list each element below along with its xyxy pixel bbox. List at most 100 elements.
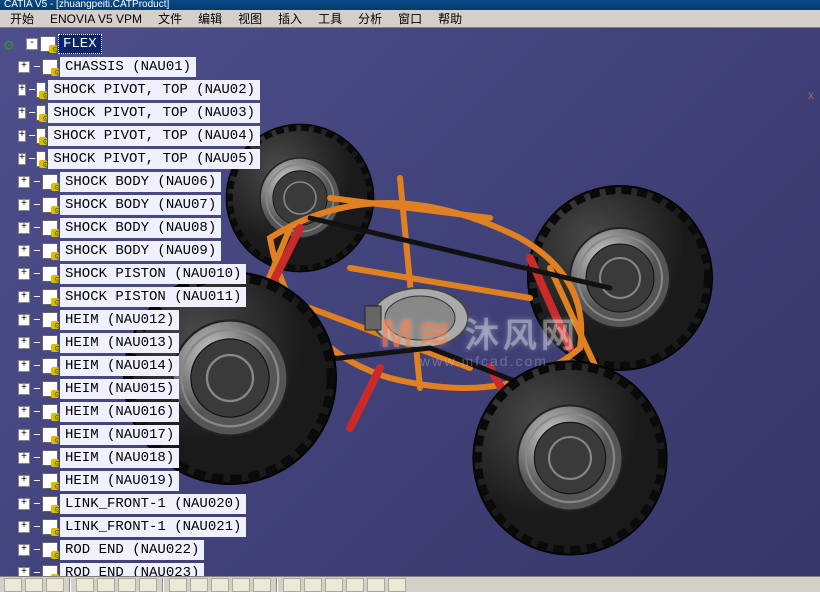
expand-icon[interactable]: + bbox=[18, 222, 30, 234]
toolbar-button[interactable] bbox=[388, 578, 406, 592]
toolbar-button[interactable] bbox=[169, 578, 187, 592]
tree-node[interactable]: +–LINK_FRONT-1 (NAU020) bbox=[4, 492, 260, 515]
tree-node[interactable]: +–HEIM (NAU016) bbox=[4, 400, 260, 423]
expand-icon[interactable]: + bbox=[18, 337, 30, 349]
toolbar-button[interactable] bbox=[139, 578, 157, 592]
expand-icon[interactable]: + bbox=[18, 383, 30, 395]
tree-item-label[interactable]: HEIM (NAU016) bbox=[60, 402, 179, 422]
tree-item-label[interactable]: SHOCK PISTON (NAU010) bbox=[60, 264, 246, 284]
tree-item-label[interactable]: SHOCK PIVOT, TOP (NAU04) bbox=[48, 126, 260, 146]
tree-node[interactable]: +–HEIM (NAU013) bbox=[4, 331, 260, 354]
expand-icon[interactable]: + bbox=[18, 268, 30, 280]
expand-icon[interactable]: + bbox=[18, 199, 30, 211]
expand-icon[interactable]: + bbox=[18, 153, 26, 165]
expand-icon[interactable]: - bbox=[26, 38, 38, 50]
tree-item-label[interactable]: ROD END (NAU023) bbox=[60, 563, 204, 577]
tree-item-label[interactable]: SHOCK PISTON (NAU011) bbox=[60, 287, 246, 307]
expand-icon[interactable]: + bbox=[18, 107, 26, 119]
toolbar-button[interactable] bbox=[211, 578, 229, 592]
tree-node[interactable]: +–HEIM (NAU018) bbox=[4, 446, 260, 469]
menu-edit[interactable]: 编辑 bbox=[192, 8, 228, 29]
tree-item-label[interactable]: HEIM (NAU019) bbox=[60, 471, 179, 491]
tree-node[interactable]: +–SHOCK PISTON (NAU010) bbox=[4, 262, 260, 285]
tree-node[interactable]: +–HEIM (NAU017) bbox=[4, 423, 260, 446]
expand-icon[interactable]: + bbox=[18, 544, 30, 556]
tree-node[interactable]: +–HEIM (NAU014) bbox=[4, 354, 260, 377]
toolbar-button[interactable] bbox=[4, 578, 22, 592]
tree-node[interactable]: +–HEIM (NAU012) bbox=[4, 308, 260, 331]
tree-node[interactable]: +–HEIM (NAU015) bbox=[4, 377, 260, 400]
expand-icon[interactable]: + bbox=[18, 475, 30, 487]
expand-icon[interactable]: + bbox=[18, 429, 30, 441]
toolbar-button[interactable] bbox=[367, 578, 385, 592]
tree-node[interactable]: +–SHOCK PISTON (NAU011) bbox=[4, 285, 260, 308]
expand-icon[interactable]: + bbox=[18, 567, 30, 577]
toolbar-button[interactable] bbox=[253, 578, 271, 592]
toolbar-button[interactable] bbox=[97, 578, 115, 592]
menu-help[interactable]: 帮助 bbox=[432, 8, 468, 29]
expand-icon[interactable]: + bbox=[18, 360, 30, 372]
tree-item-label[interactable]: HEIM (NAU013) bbox=[60, 333, 179, 353]
tree-node[interactable]: +–SHOCK BODY (NAU08) bbox=[4, 216, 260, 239]
menu-view[interactable]: 视图 bbox=[232, 8, 268, 29]
tree-item-label[interactable]: HEIM (NAU018) bbox=[60, 448, 179, 468]
tree-item-label[interactable]: SHOCK BODY (NAU06) bbox=[60, 172, 221, 192]
toolbar-button[interactable] bbox=[190, 578, 208, 592]
tree-node[interactable]: +–SHOCK BODY (NAU06) bbox=[4, 170, 260, 193]
tree-node[interactable]: +–CHASSIS (NAU01) bbox=[4, 55, 260, 78]
tree-node[interactable]: +–ROD END (NAU023) bbox=[4, 561, 260, 576]
tree-node[interactable]: +–ROD END (NAU022) bbox=[4, 538, 260, 561]
tree-node[interactable]: +–SHOCK PIVOT, TOP (NAU03) bbox=[4, 101, 260, 124]
tree-node[interactable]: +–SHOCK PIVOT, TOP (NAU05) bbox=[4, 147, 260, 170]
menu-window[interactable]: 窗口 bbox=[392, 8, 428, 29]
tree-item-label[interactable]: LINK_FRONT-1 (NAU020) bbox=[60, 494, 246, 514]
menu-insert[interactable]: 插入 bbox=[272, 8, 308, 29]
toolbar-button[interactable] bbox=[325, 578, 343, 592]
toolbar-button[interactable] bbox=[346, 578, 364, 592]
tree-item-label[interactable]: SHOCK BODY (NAU08) bbox=[60, 218, 221, 238]
close-icon[interactable]: x bbox=[808, 88, 814, 102]
tree-item-label[interactable]: HEIM (NAU014) bbox=[60, 356, 179, 376]
expand-icon[interactable]: + bbox=[18, 498, 30, 510]
tree-item-label[interactable]: HEIM (NAU017) bbox=[60, 425, 179, 445]
expand-icon[interactable]: + bbox=[18, 314, 30, 326]
toolbar-button[interactable] bbox=[46, 578, 64, 592]
tree-root-label[interactable]: FLEX bbox=[58, 34, 102, 54]
expand-icon[interactable]: + bbox=[18, 406, 30, 418]
tree-panel[interactable]: ⚙ - FLEX +–CHASSIS (NAU01)+–SHOCK PIVOT,… bbox=[0, 28, 260, 576]
tree-node[interactable]: +–LINK_FRONT-1 (NAU021) bbox=[4, 515, 260, 538]
tree-node[interactable]: +–SHOCK BODY (NAU09) bbox=[4, 239, 260, 262]
toolbar-button[interactable] bbox=[304, 578, 322, 592]
tree-node[interactable]: +–HEIM (NAU019) bbox=[4, 469, 260, 492]
expand-icon[interactable]: + bbox=[18, 291, 30, 303]
tree-item-label[interactable]: HEIM (NAU015) bbox=[60, 379, 179, 399]
expand-icon[interactable]: + bbox=[18, 130, 26, 142]
tree-item-label[interactable]: SHOCK BODY (NAU09) bbox=[60, 241, 221, 261]
menu-start[interactable]: 开始 bbox=[4, 8, 40, 29]
toolbar-button[interactable] bbox=[283, 578, 301, 592]
menu-analysis[interactable]: 分析 bbox=[352, 8, 388, 29]
tree-item-label[interactable]: SHOCK PIVOT, TOP (NAU02) bbox=[48, 80, 260, 100]
tree-root-node[interactable]: ⚙ - FLEX bbox=[4, 32, 260, 55]
tree-item-label[interactable]: ROD END (NAU022) bbox=[60, 540, 204, 560]
tree-item-label[interactable]: LINK_FRONT-1 (NAU021) bbox=[60, 517, 246, 537]
toolbar-button[interactable] bbox=[25, 578, 43, 592]
expand-icon[interactable]: + bbox=[18, 61, 30, 73]
tree-item-label[interactable]: HEIM (NAU012) bbox=[60, 310, 179, 330]
tree-node[interactable]: +–SHOCK PIVOT, TOP (NAU02) bbox=[4, 78, 260, 101]
menu-file[interactable]: 文件 bbox=[152, 8, 188, 29]
tree-node[interactable]: +–SHOCK PIVOT, TOP (NAU04) bbox=[4, 124, 260, 147]
toolbar-button[interactable] bbox=[118, 578, 136, 592]
expand-icon[interactable]: + bbox=[18, 452, 30, 464]
expand-icon[interactable]: + bbox=[18, 245, 30, 257]
tree-item-label[interactable]: SHOCK BODY (NAU07) bbox=[60, 195, 221, 215]
menu-enovia[interactable]: ENOVIA V5 VPM bbox=[44, 10, 148, 28]
toolbar-button[interactable] bbox=[76, 578, 94, 592]
tree-item-label[interactable]: CHASSIS (NAU01) bbox=[60, 57, 196, 77]
tree-item-label[interactable]: SHOCK PIVOT, TOP (NAU05) bbox=[48, 149, 260, 169]
tree-item-label[interactable]: SHOCK PIVOT, TOP (NAU03) bbox=[48, 103, 260, 123]
expand-icon[interactable]: + bbox=[18, 176, 30, 188]
expand-icon[interactable]: + bbox=[18, 521, 30, 533]
3d-viewport[interactable] bbox=[260, 28, 820, 576]
menu-tools[interactable]: 工具 bbox=[312, 8, 348, 29]
